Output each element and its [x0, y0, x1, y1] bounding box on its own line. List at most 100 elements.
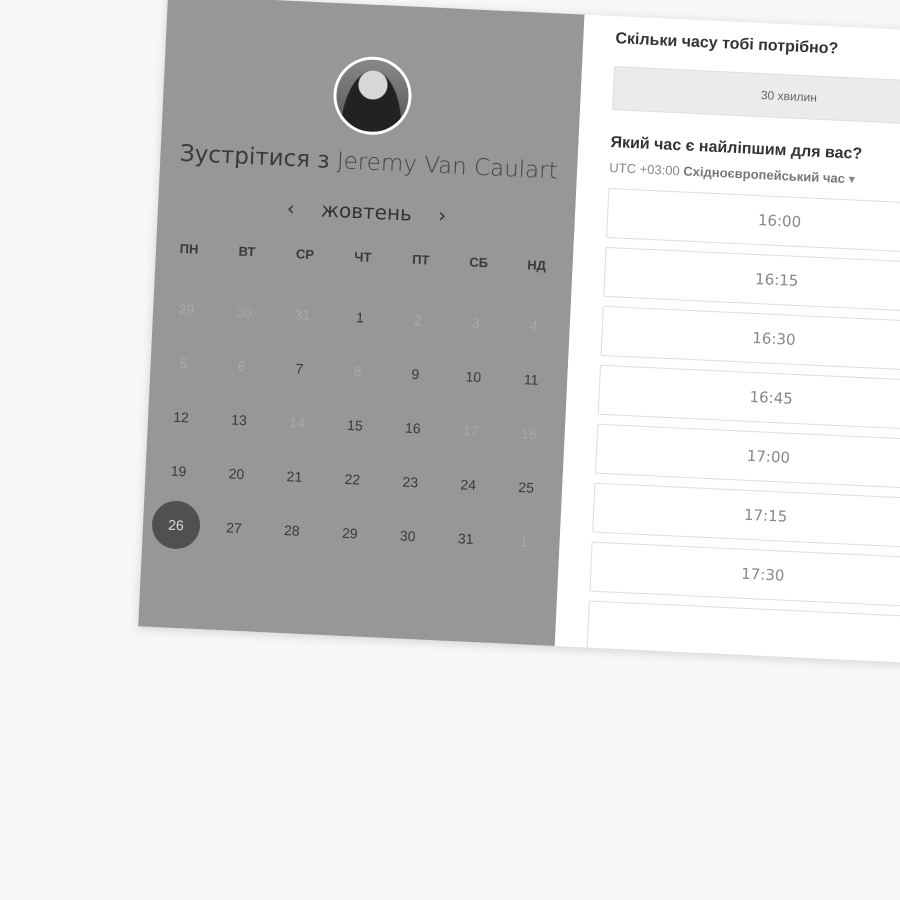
time-slot-button[interactable]: 17:00	[594, 423, 900, 490]
time-slot-button[interactable]: 17:30	[589, 541, 900, 608]
day-cell: 3	[446, 295, 506, 352]
calendar-grid: ПН ВТ СР ЧТ ПТ СБ НД 29 30 31 1 2 3 4 5 6 7 8 9 10 11 12 13 14…	[142, 240, 573, 570]
month-label: жовтень	[320, 197, 413, 226]
day-cell[interactable]: 29	[320, 505, 380, 562]
time-slot-button[interactable]: 16:45	[597, 364, 900, 431]
day-number: 13	[230, 411, 248, 429]
day-cell[interactable]: 24	[438, 456, 498, 513]
day-number: 31	[457, 530, 474, 547]
chevron-down-icon: ▾	[848, 171, 856, 187]
prev-month-button[interactable]: ‹	[286, 196, 295, 220]
booking-card: Зустрітися з Jeremy Van Caulart ‹ жовтен…	[138, 0, 900, 668]
day-number: 17	[462, 422, 479, 440]
day-number: 31	[293, 306, 311, 324]
day-number: 23	[402, 473, 419, 491]
day-number: 19	[170, 462, 187, 480]
day-cell[interactable]: 20	[206, 445, 266, 502]
day-cell[interactable]: 11	[501, 351, 561, 408]
day-number: 30	[235, 303, 253, 321]
day-cell: 1	[493, 513, 553, 570]
time-panel: Скільки часу тобі потрібно? 30 хвилин Як…	[554, 14, 900, 668]
tz-offset: UTC +03:00	[609, 159, 681, 179]
day-number: 2	[413, 311, 423, 329]
page-title: Зустрітися з Jeremy Van Caulart	[160, 140, 578, 186]
day-cell: 17	[441, 402, 501, 459]
day-cell[interactable]: 9	[385, 346, 445, 403]
weekday-label: ЧТ	[353, 249, 372, 265]
day-cell: 8	[327, 343, 387, 400]
day-cell[interactable]: 31	[435, 510, 495, 567]
month-nav: ‹ жовтень ›	[158, 190, 576, 234]
day-number: 10	[465, 368, 482, 386]
day-number: 16	[404, 419, 422, 437]
time-slot-button[interactable]: 16:00	[606, 187, 900, 255]
title-prefix: Зустрітися з	[179, 140, 331, 174]
day-cell: 29	[156, 281, 216, 338]
time-question: Який час є найліпшим для вас?	[610, 134, 863, 163]
day-cell: 14	[267, 394, 327, 451]
day-number: 7	[295, 360, 304, 377]
weekday-label: СР	[295, 246, 315, 263]
day-cell[interactable]: 21	[264, 448, 324, 505]
timezone-select[interactable]: UTC +03:00 Східноєвропейський час ▾	[609, 160, 855, 188]
day-cell[interactable]: 23	[380, 454, 440, 511]
duration-question: Скільки часу тобі потрібно?	[615, 30, 839, 58]
day-number: 1	[355, 309, 365, 326]
day-cell: 18	[499, 405, 559, 462]
day-number: 4	[529, 317, 539, 334]
day-cell: 30	[214, 284, 274, 341]
day-cell[interactable]: 28	[262, 502, 322, 559]
day-number: 11	[523, 371, 539, 388]
day-number: 25	[518, 479, 535, 496]
weekday-header: ПН ВТ СР ЧТ ПТ СБ НД	[156, 240, 573, 275]
day-number: 24	[460, 476, 477, 494]
day-number: 29	[341, 524, 359, 542]
day-cell-selected[interactable]: 26	[146, 497, 206, 554]
day-cell[interactable]: 16	[383, 400, 443, 457]
day-cell[interactable]: 1	[330, 289, 390, 346]
day-cell[interactable]: 15	[325, 397, 385, 454]
weekday-label: ПТ	[411, 251, 430, 268]
tz-name: Східноєвропейський час	[683, 163, 846, 187]
weekday-label: ПН	[179, 240, 199, 257]
time-slot-button[interactable]: 16:15	[603, 246, 900, 314]
day-number: 22	[344, 470, 361, 488]
day-cell[interactable]: 13	[209, 391, 269, 448]
day-number: 21	[286, 468, 303, 485]
day-number: 27	[225, 519, 243, 537]
time-slot-button[interactable]: 17:15	[592, 482, 900, 549]
day-cell[interactable]: 27	[204, 499, 264, 556]
days-grid: 29 30 31 1 2 3 4 5 6 7 8 9 10 11 12 13 14 15 16 17 18 19 20 21 2…	[142, 281, 571, 570]
day-cell[interactable]: 19	[148, 443, 208, 500]
day-number: 5	[179, 354, 188, 372]
day-cell[interactable]: 25	[496, 459, 556, 516]
day-cell[interactable]: 10	[443, 348, 503, 405]
day-cell: 31	[272, 286, 332, 343]
day-number: 29	[178, 300, 195, 318]
host-name: Jeremy Van Caulart	[336, 148, 559, 185]
day-cell: 5	[153, 335, 213, 392]
day-number: 8	[353, 363, 362, 380]
day-number: 9	[411, 365, 420, 383]
day-number: 30	[399, 527, 416, 545]
day-number: 26	[150, 499, 202, 551]
day-cell[interactable]: 7	[269, 340, 329, 397]
weekday-label: НД	[527, 257, 547, 274]
time-slot-button[interactable]: 16:30	[600, 305, 900, 373]
day-cell: 4	[504, 297, 564, 354]
day-cell[interactable]: 12	[151, 389, 211, 446]
next-month-button[interactable]: ›	[438, 203, 447, 227]
day-cell: 2	[388, 292, 448, 349]
time-slot-button[interactable]	[586, 600, 900, 667]
day-cell[interactable]: 30	[378, 508, 438, 565]
calendar-panel: Зустрітися з Jeremy Van Caulart ‹ жовтен…	[138, 0, 585, 646]
day-cell[interactable]: 22	[322, 451, 382, 508]
day-cell: 6	[211, 338, 271, 395]
day-number: 18	[520, 425, 537, 442]
weekday-label: СБ	[469, 254, 489, 271]
duration-button[interactable]: 30 хвилин	[612, 66, 900, 127]
day-number: 14	[288, 414, 306, 431]
time-slots: 16:00 16:15 16:30 16:45 17:00 17:15 17:30	[586, 187, 900, 668]
day-number: 28	[283, 522, 301, 539]
day-number: 15	[346, 416, 364, 434]
